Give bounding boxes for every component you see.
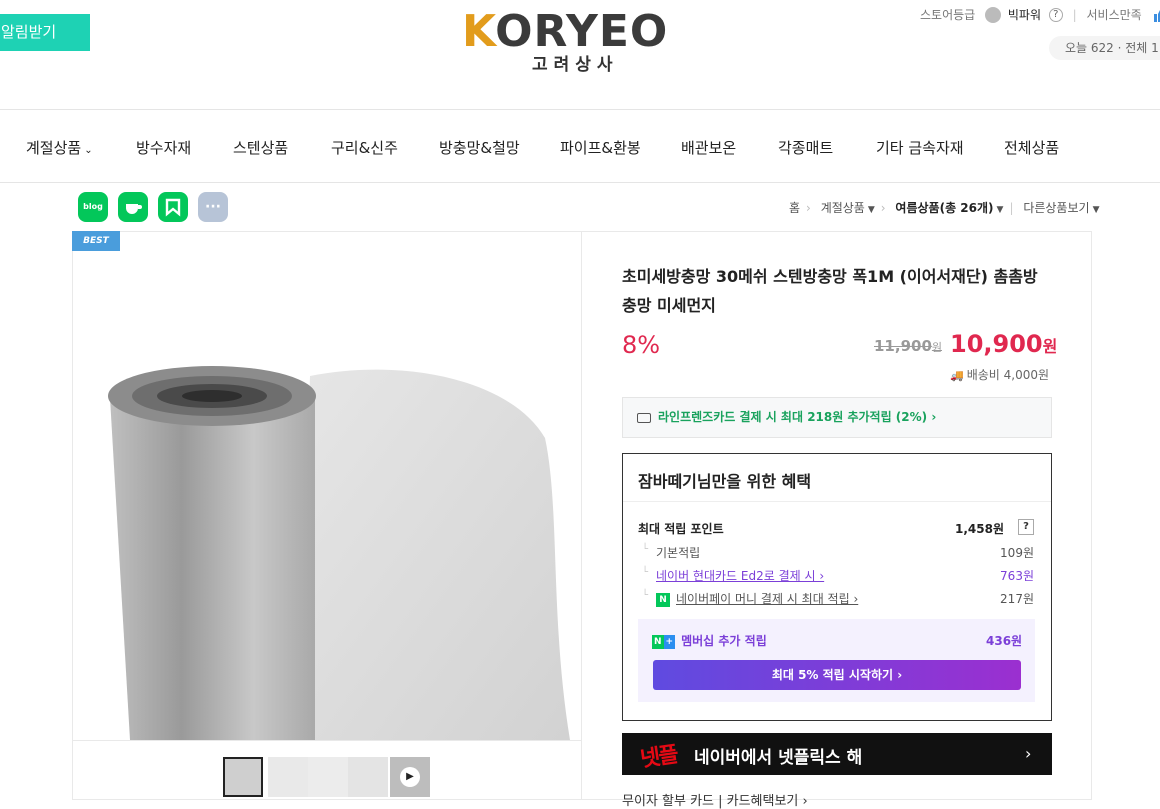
nav-item-copper[interactable]: 구리&신주: [331, 137, 398, 158]
membership-value: 436원: [986, 634, 1023, 648]
store-logo[interactable]: KORYEO 고려상사: [454, 2, 708, 75]
logo-sub: 고려상사: [532, 55, 619, 75]
naver-plus-icon: N: [652, 634, 664, 649]
share-blog-button[interactable]: blog: [78, 192, 108, 222]
sale-price: 10,900원: [950, 330, 1058, 358]
points-row-basic: 기본적립 109원: [638, 544, 1034, 561]
breadcrumb: 홈 › 계절상품 ▼ › 여름상품(총 26개) ▼ | 다른상품보기 ▼: [789, 201, 1100, 215]
points-row-npay[interactable]: N네이버페이 머니 결제 시 최대 적립 › 217원: [638, 590, 1034, 607]
divider: [623, 501, 1051, 502]
divider: |: [1072, 7, 1077, 22]
thumbnail-4[interactable]: [348, 757, 388, 797]
divider: [0, 182, 1160, 183]
bookmark-icon: [158, 192, 188, 222]
nav-item-all[interactable]: 전체상품: [1004, 137, 1059, 158]
caret-down-icon: ▼: [996, 205, 1004, 215]
thumbnail-3[interactable]: [308, 757, 348, 797]
best-badge: BEST: [72, 231, 120, 251]
chevron-down-icon: ⌄: [84, 145, 93, 156]
credit-card-icon: [637, 412, 651, 423]
nav-item-pipe[interactable]: 파이프&환봉: [560, 137, 641, 158]
points-row-card[interactable]: 네이버 현대카드 Ed2로 결제 시 › 763원: [638, 567, 1034, 584]
more-icon: ···: [205, 199, 221, 215]
membership-label: N + 멤버십 추가 적립: [652, 634, 767, 649]
nav-item-metal[interactable]: 기타 금속자재: [876, 137, 964, 158]
store-status: 스토어등급 빅파워 ? | 서비스만족: [920, 6, 1160, 23]
discount-rate: 8%: [622, 331, 661, 359]
thumbnail-1[interactable]: [223, 757, 263, 797]
nav-item-screen[interactable]: 방충망&철망: [439, 137, 520, 158]
grade-icon: [985, 6, 1002, 23]
help-icon[interactable]: ?: [1048, 7, 1063, 22]
thumbnail-2[interactable]: [268, 757, 308, 797]
netflix-text: 네이버에서 넷플릭스 해: [694, 748, 863, 768]
store-grade-value: 빅파워: [1007, 8, 1041, 22]
notify-button[interactable]: 알림받기: [0, 14, 90, 51]
original-price: 11,900원: [874, 337, 943, 355]
product-main-image[interactable]: [100, 358, 570, 740]
share-more-button[interactable]: ···: [198, 192, 228, 222]
product-title: 초미세방충망 30메쉬 스텐방충망 폭1M (이어서재단) 촘촘방충망 미세먼지: [622, 267, 1038, 315]
thumbnail-strip: ▶: [73, 740, 581, 800]
netflix-logo: 넷플: [638, 742, 679, 773]
card-promo-banner[interactable]: 라인프렌즈카드 결제 시 최대 218원 추가적립 (2%) ›: [622, 397, 1052, 438]
help-icon[interactable]: ?: [1018, 519, 1034, 535]
nav-item-waterproof[interactable]: 방수자재: [136, 137, 191, 158]
plus-icon: +: [663, 634, 676, 649]
nav-item-insulation[interactable]: 배관보온: [681, 137, 736, 158]
benefit-title: 잠바떼기님만을 위한 혜택: [638, 472, 812, 491]
service-label: 서비스만족: [1086, 8, 1142, 22]
category-nav: 계절상품 ⌄ 방수자재 스텐상품 구리&신주 방충망&철망 파이프&환봉 배관보온…: [0, 110, 1160, 182]
cafe-icon: [118, 192, 148, 222]
caret-down-icon: ▼: [1092, 205, 1100, 215]
max-points-row: 최대 적립 포인트 1,458원 ?: [638, 519, 1034, 537]
breadcrumb-current[interactable]: 여름상품(총 26개): [895, 201, 993, 215]
breadcrumb-category[interactable]: 계절상품: [821, 201, 865, 215]
store-grade-label: 스토어등급: [920, 8, 976, 22]
caret-down-icon: ▼: [867, 205, 875, 215]
membership-start-button[interactable]: 최대 5% 적립 시작하기 ›: [653, 660, 1021, 690]
play-icon: ▶: [400, 767, 420, 787]
shipping-fee: 🚚 배송비 4,000원: [950, 368, 1050, 382]
other-products-link[interactable]: 다른상품보기: [1023, 201, 1089, 215]
nav-item-season[interactable]: 계절상품 ⌄: [26, 137, 93, 158]
nav-item-mat[interactable]: 각종매트: [778, 137, 833, 158]
nav-item-stainless[interactable]: 스텐상품: [233, 137, 288, 158]
blog-icon: blog: [83, 202, 103, 211]
npay-icon: N: [656, 592, 670, 607]
truck-icon: 🚚: [950, 369, 964, 382]
share-naver-button[interactable]: [158, 192, 188, 222]
visit-counter: 오늘 622 · 전체 1: [1049, 36, 1160, 60]
share-cafe-button[interactable]: [118, 192, 148, 222]
breadcrumb-home[interactable]: 홈: [789, 201, 800, 215]
thumbnail-video[interactable]: ▶: [390, 757, 430, 797]
chevron-right-icon: ›: [1025, 744, 1032, 763]
thumbs-up-icon: [1152, 7, 1160, 23]
